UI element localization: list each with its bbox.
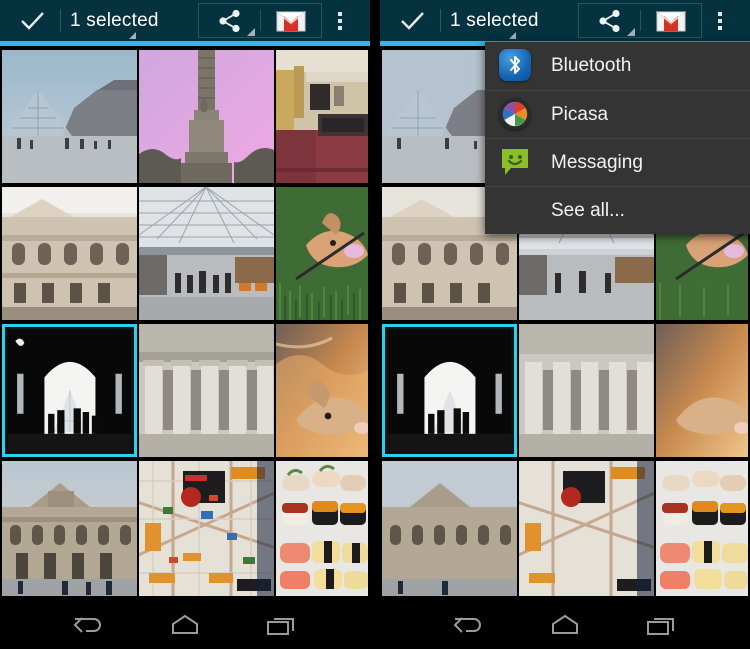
gmail-share-button[interactable] — [260, 3, 322, 38]
louvre-archway-silhouette-thumb — [8, 330, 131, 452]
classical-colonnade-thumb — [519, 324, 654, 457]
photo-cell[interactable] — [519, 461, 654, 596]
photo-cell-selected[interactable] — [382, 324, 517, 457]
menu-item-label: Picasa — [551, 103, 609, 125]
photo-cell[interactable] — [139, 461, 274, 596]
actionbar-divider — [440, 9, 441, 32]
navigation-bar — [0, 600, 370, 649]
photo-cell[interactable] — [382, 461, 517, 596]
louvre-palace-wide-thumb — [2, 461, 137, 596]
menu-item-messaging[interactable]: Messaging — [485, 138, 750, 186]
overflow-dot — [718, 25, 722, 30]
accent-underline — [0, 41, 370, 46]
back-icon — [453, 616, 481, 633]
back-icon — [73, 616, 101, 633]
photo-cell[interactable] — [2, 461, 137, 596]
actionbar-divider — [60, 9, 61, 32]
overflow-dot — [338, 18, 342, 23]
done-button[interactable] — [8, 0, 56, 41]
overflow-dot — [718, 11, 722, 16]
menu-item-see-all[interactable]: See all... — [485, 186, 750, 234]
share-dropdown-caret-icon[interactable] — [627, 28, 635, 36]
menu-item-label: Messaging — [551, 151, 643, 173]
home-icon — [172, 614, 198, 634]
title-dropdown-caret-icon[interactable] — [509, 32, 516, 39]
louvre-facade-daylight-thumb — [2, 187, 137, 320]
navigation-bar — [380, 600, 750, 649]
bluetooth-glyph — [510, 56, 520, 74]
photo-grid — [0, 48, 370, 600]
classical-colonnade-thumb — [139, 324, 274, 457]
nav-recents-button[interactable] — [248, 600, 314, 649]
share-target-menu: Bluetooth Picasa Messaging See all... — [485, 42, 750, 234]
screenshot-stage: 1 selected 1 selected Bluetooth Picasa M… — [0, 0, 750, 649]
photo-cell[interactable] — [2, 187, 137, 320]
overflow-menu-button[interactable] — [698, 0, 742, 41]
photo-cell[interactable] — [519, 324, 654, 457]
messaging-glyph — [502, 148, 528, 175]
louvre-archway-silhouette-thumb — [388, 330, 511, 452]
dog-closeup-warm-thumb — [656, 324, 748, 457]
louvre-pyramid-courtyard-thumb — [2, 50, 137, 183]
title-dropdown-caret-icon[interactable] — [129, 32, 136, 39]
overflow-dot — [718, 18, 722, 23]
home-icon — [552, 614, 578, 634]
city-street-map-thumb — [139, 461, 274, 596]
photo-cell-selected[interactable] — [2, 324, 137, 457]
train-carriage-interior-thumb — [276, 50, 368, 183]
louvre-palace-wide-thumb — [382, 461, 517, 596]
picasa-glyph — [502, 101, 528, 126]
menu-item-label: See all... — [551, 199, 625, 221]
done-button[interactable] — [388, 0, 436, 41]
menu-item-label: Bluetooth — [551, 55, 632, 76]
menu-item-bluetooth[interactable]: Bluetooth — [485, 42, 750, 90]
check-icon — [401, 11, 424, 30]
city-street-map-thumb — [519, 461, 654, 596]
phone-screen-right: 1 selected Bluetooth Picasa Messaging Se… — [380, 0, 750, 649]
photo-cell[interactable] — [656, 461, 748, 596]
nav-back-button[interactable] — [436, 600, 502, 649]
nav-home-button[interactable] — [152, 600, 218, 649]
overflow-dot — [338, 25, 342, 30]
selection-title: 1 selected — [70, 9, 159, 31]
recents-icon — [267, 617, 294, 635]
check-icon — [21, 11, 44, 30]
share-icon — [598, 9, 620, 32]
share-icon — [218, 9, 240, 32]
nav-back-button[interactable] — [56, 600, 122, 649]
action-bar: 1 selected — [380, 0, 750, 41]
selection-title: 1 selected — [450, 9, 539, 31]
photo-cell[interactable] — [276, 461, 368, 596]
recents-icon — [647, 617, 674, 635]
photo-cell[interactable] — [139, 187, 274, 320]
photo-cell[interactable] — [2, 50, 137, 183]
nav-home-button[interactable] — [532, 600, 598, 649]
share-dropdown-caret-icon[interactable] — [247, 28, 255, 36]
picasa-icon — [499, 97, 533, 132]
dog-on-grass-thumb — [276, 187, 368, 320]
photo-cell[interactable] — [139, 324, 274, 457]
gmail-share-button[interactable] — [640, 3, 702, 38]
photo-cell[interactable] — [276, 50, 368, 183]
action-bar: 1 selected — [0, 0, 370, 41]
nav-recents-button[interactable] — [628, 600, 694, 649]
overflow-menu-button[interactable] — [318, 0, 362, 41]
dog-closeup-warm-thumb — [276, 324, 368, 457]
messaging-icon — [499, 146, 533, 180]
overflow-dot — [338, 11, 342, 16]
gmail-icon — [655, 10, 686, 31]
photo-cell[interactable] — [656, 324, 748, 457]
photo-cell[interactable] — [276, 324, 368, 457]
station-glass-roof-thumb — [139, 187, 274, 320]
column-monument-pink-sky-thumb — [139, 50, 274, 183]
gmail-icon — [275, 10, 306, 31]
menu-item-picasa[interactable]: Picasa — [485, 90, 750, 138]
phone-screen-left: 1 selected — [0, 0, 370, 649]
photo-cell[interactable] — [139, 50, 274, 183]
photo-cell[interactable] — [276, 187, 368, 320]
sushi-platter-thumb — [276, 461, 368, 596]
bluetooth-icon — [499, 49, 533, 83]
sushi-platter-thumb — [656, 461, 748, 596]
